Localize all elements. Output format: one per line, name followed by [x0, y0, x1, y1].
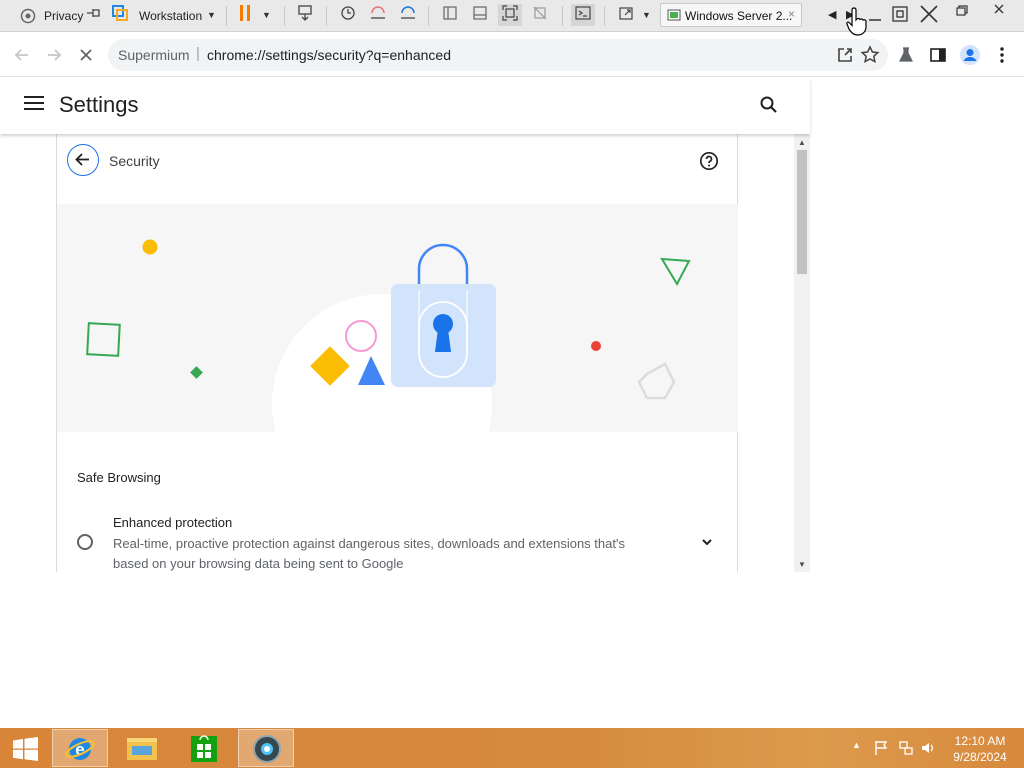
snapshot-icon[interactable] [336, 4, 360, 26]
workstation-logo-icon [108, 4, 132, 26]
security-card: Security Safe Browsing Enhanced protecti… [56, 134, 738, 572]
enhanced-protection-radio[interactable] [77, 534, 93, 550]
store-icon[interactable] [176, 729, 232, 767]
close-window-icon[interactable] [918, 3, 940, 25]
clock-time[interactable]: 12:10 AM [940, 734, 1020, 748]
sidebar-view-icon[interactable] [438, 4, 462, 26]
tab-scroll-left-icon[interactable]: ◀ [828, 8, 836, 21]
show-hidden-icons[interactable]: ▲ [852, 740, 861, 750]
scroll-up-icon[interactable]: ▲ [798, 138, 806, 147]
settings-title: Settings [59, 92, 139, 117]
bookmark-star-icon[interactable] [860, 45, 880, 65]
chevron-down-icon[interactable]: ▼ [262, 10, 271, 20]
side-panel-icon[interactable] [926, 43, 950, 67]
more-menu-icon[interactable] [990, 43, 1014, 67]
url-text[interactable]: chrome://settings/security?q=enhanced [207, 47, 451, 63]
chevron-down-icon[interactable] [697, 532, 717, 552]
thumbnail-bar-icon[interactable] [468, 4, 492, 26]
option-title[interactable]: Enhanced protection [113, 515, 232, 530]
partial-tab-label[interactable]: Privacy [44, 9, 83, 23]
console-icon[interactable] [571, 4, 595, 26]
back-arrow-icon[interactable] [10, 43, 34, 67]
close-icon[interactable]: × [788, 7, 795, 21]
chevron-down-icon[interactable]: ▼ [207, 10, 216, 20]
pin-icon[interactable] [82, 4, 106, 26]
settings-header: Settings [0, 78, 810, 134]
vmware-toolbar: Privacy Workstation ▼ ▼ ▼ Windows Server… [0, 0, 1024, 36]
mouse-cursor-icon [846, 6, 872, 38]
file-explorer-icon[interactable] [114, 729, 170, 767]
stretch-guest-icon[interactable] [614, 4, 638, 26]
address-bar[interactable]: Supermium | chrome://settings/security?q… [108, 39, 888, 71]
share-icon[interactable] [836, 46, 854, 64]
forward-arrow-icon[interactable] [42, 43, 66, 67]
partial-tab-icon[interactable] [20, 8, 36, 24]
scrollbar[interactable]: ▲ ▼ [794, 134, 810, 572]
omnibox-separator: | [196, 45, 200, 62]
chevron-down-icon[interactable]: ▼ [642, 10, 651, 20]
browser-toolbar: Supermium | chrome://settings/security?q… [0, 33, 1024, 77]
host-restore-icon[interactable] [954, 3, 970, 19]
extensions-flask-icon[interactable] [894, 43, 918, 67]
volume-icon[interactable] [920, 740, 936, 756]
vm-tab-windows-server[interactable]: Windows Server 2... × [660, 3, 802, 27]
start-icon[interactable] [0, 729, 50, 767]
workstation-menu[interactable]: Workstation [139, 9, 202, 23]
network-icon[interactable] [898, 740, 914, 756]
windows-taskbar: e ▲ 12:10 AM 9/28/2024 [0, 728, 1024, 768]
restore-icon[interactable] [890, 4, 910, 24]
internet-explorer-icon[interactable]: e [52, 729, 108, 767]
send-ctrl-alt-del-icon[interactable] [293, 4, 317, 26]
search-icon[interactable] [758, 94, 780, 116]
back-button[interactable] [67, 144, 99, 176]
vm-icon [667, 8, 681, 22]
section-title-safe-browsing: Safe Browsing [77, 470, 161, 485]
scroll-down-icon[interactable]: ▼ [798, 560, 806, 569]
vm-tab-label: Windows Server 2... [685, 9, 793, 23]
supermium-icon[interactable] [238, 729, 294, 767]
settings-content: Security Safe Browsing Enhanced protecti… [0, 134, 810, 572]
scroll-thumb[interactable] [797, 150, 807, 274]
host-close-icon[interactable] [992, 2, 1006, 16]
menu-icon[interactable] [24, 96, 44, 114]
full-screen-icon[interactable] [498, 4, 522, 26]
revert-snapshot-icon[interactable] [366, 4, 390, 26]
help-icon[interactable] [699, 151, 719, 171]
site-name: Supermium [118, 47, 190, 63]
action-center-flag-icon[interactable] [874, 740, 890, 756]
stop-loading-icon[interactable] [74, 43, 98, 67]
snapshot-manager-icon[interactable] [396, 4, 420, 26]
security-illustration [57, 204, 738, 432]
unity-icon[interactable] [528, 4, 552, 26]
clock-date[interactable]: 9/28/2024 [940, 750, 1020, 764]
profile-avatar[interactable] [958, 43, 982, 67]
option-description: Real-time, proactive protection against … [113, 536, 625, 571]
page-title: Security [109, 153, 160, 169]
pause-icon[interactable] [233, 4, 257, 26]
